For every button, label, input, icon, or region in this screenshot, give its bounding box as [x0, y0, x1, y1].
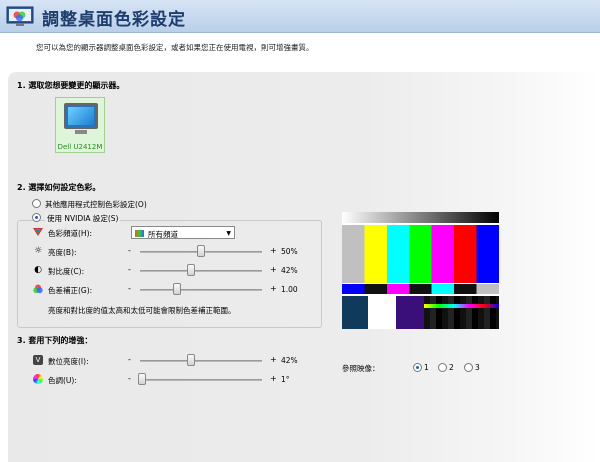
plus-sign: + [270, 265, 277, 274]
radio-other-apps[interactable] [32, 199, 41, 208]
plus-sign: + [270, 284, 277, 293]
reference-radio-3[interactable] [464, 363, 473, 372]
contrast-value: 42% [281, 266, 298, 275]
digital-vibrance-track[interactable] [140, 360, 262, 362]
brightness-slider[interactable] [197, 245, 205, 257]
reference-image-label: 參照映像： [342, 364, 380, 373]
hue-value: 1° [281, 375, 290, 384]
slider-label: 亮度(B): [48, 248, 77, 257]
range-note: 亮度和對比度的值太高和太低可能會限制色差補正範圍。 [48, 306, 236, 315]
digital-vibrance-slider[interactable] [187, 354, 196, 366]
chevron-down-icon: ▼ [226, 230, 231, 237]
plus-sign: + [270, 246, 277, 255]
contrast-track[interactable] [140, 270, 262, 272]
slider-label: 色差補正(G): [48, 286, 93, 295]
hue-icon [33, 374, 43, 384]
reference-option-2: 2 [449, 363, 454, 372]
color-channel-icon [33, 227, 43, 237]
reference-test-pattern [342, 212, 499, 329]
reference-radio-2[interactable] [438, 363, 447, 372]
color-channel-select[interactable]: 所有頻道 ▼ [131, 226, 235, 239]
minus-sign: - [128, 246, 131, 255]
digital-vibrance-value: 42% [281, 356, 298, 365]
digital-vibrance-icon: V [33, 355, 43, 365]
header-bar: 調整桌面色彩設定 [0, 0, 600, 33]
minus-sign: - [128, 355, 131, 364]
gamma-track[interactable] [140, 289, 262, 291]
radio-nvidia-label: 使用 NVIDIA 設定(S) [45, 213, 121, 224]
contrast-icon: ◐ [34, 265, 42, 275]
pluge-block-4 [424, 296, 499, 329]
monitor-stand [75, 130, 87, 134]
monitor-icon [64, 103, 98, 129]
section3-heading: 3. 套用下列的增強： [17, 336, 93, 345]
section1-heading: 1. 選取您想要變更的顯示器。 [17, 81, 125, 90]
minus-sign: - [128, 284, 131, 293]
pluge-block-2 [368, 296, 396, 329]
reference-option-3: 3 [475, 363, 480, 372]
display-color-icon [6, 6, 34, 26]
radio-other-apps-label: 其他應用程式控制色彩設定(O) [45, 200, 147, 209]
reference-radio-1[interactable] [413, 363, 422, 372]
contrast-slider[interactable] [187, 264, 196, 276]
page-description: 您可以為您的顯示器調整桌面色彩設定，或者如果您正在使用電視，則可增強畫質。 [36, 43, 314, 52]
hue-slider[interactable] [138, 373, 147, 385]
slider-label: 對比度(C): [48, 267, 85, 276]
page-title: 調整桌面色彩設定 [42, 10, 186, 30]
plus-sign: + [270, 374, 277, 383]
gamma-slider[interactable] [172, 283, 181, 295]
minus-sign: - [128, 374, 131, 383]
reverse-bars [342, 284, 499, 294]
hue-track[interactable] [140, 379, 262, 381]
brightness-icon: ☼ [33, 246, 43, 256]
brightness-value: 50% [281, 247, 298, 256]
gamma-value: 1.00 [281, 285, 298, 294]
channel-swatch-icon [135, 230, 144, 237]
pluge-block-1 [342, 296, 368, 329]
gamma-icon [33, 284, 43, 294]
color-strip [424, 304, 499, 308]
color-channel-value: 所有頻道 [148, 230, 178, 239]
radio-nvidia[interactable] [32, 213, 41, 222]
section2-heading: 2. 選擇如何設定色彩。 [17, 183, 101, 192]
slider-label: 色調(U): [48, 376, 77, 385]
reference-option-1: 1 [424, 363, 429, 372]
slider-label: 數位亮度(I): [48, 357, 89, 366]
gradient-bar [342, 212, 499, 223]
plus-sign: + [270, 355, 277, 364]
pluge-block-3 [396, 296, 424, 329]
color-bars [342, 225, 499, 283]
monitor-label: Dell U2412M [57, 143, 103, 151]
minus-sign: - [128, 265, 131, 274]
color-channel-label: 色彩頻道(H): [48, 229, 93, 238]
